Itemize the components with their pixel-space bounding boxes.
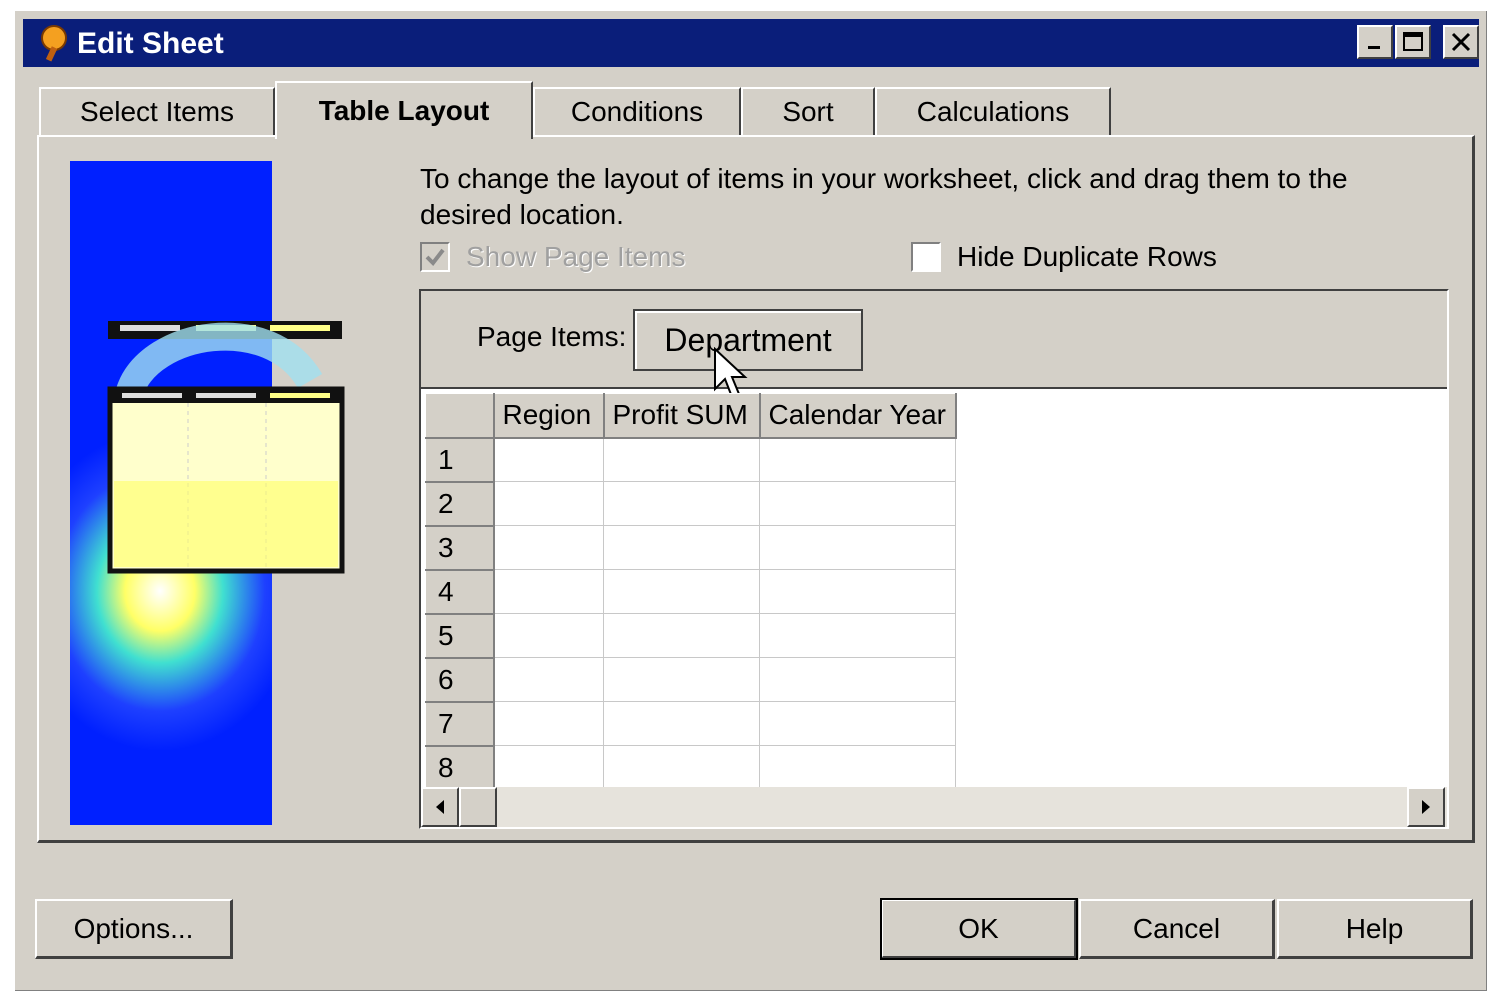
scroll-thumb[interactable] [459, 787, 497, 827]
grid-cell [603, 701, 760, 746]
grid-cell [759, 525, 956, 570]
horizontal-scrollbar[interactable] [421, 787, 1447, 827]
grid-cell [603, 481, 760, 526]
table-row: 6 [425, 657, 956, 703]
options-button-label: Options... [73, 912, 194, 944]
column-header-label: Profit SUM [612, 399, 748, 431]
row-number: 1 [425, 437, 495, 483]
grid-cell [493, 745, 604, 790]
page-items-label: Page Items: [477, 321, 627, 352]
tab-sort[interactable]: Sort [741, 87, 875, 135]
table-graphic-icon [107, 321, 345, 574]
grid-cell [603, 437, 760, 482]
grid-cell [759, 701, 956, 746]
row-number: 6 [425, 657, 495, 703]
help-button[interactable]: Help [1277, 899, 1473, 959]
grid-cell [493, 525, 604, 570]
column-header-calendar-year[interactable]: Calendar Year [759, 393, 957, 439]
row-number: 4 [425, 569, 495, 615]
grid-cell [603, 745, 760, 790]
grid-cell [759, 437, 956, 482]
grid-cell [493, 569, 604, 614]
page-items-area: Page Items: Department [421, 291, 1447, 399]
discoverer-app-icon [37, 25, 71, 63]
tab-label: Table Layout [318, 95, 490, 126]
row-number: 8 [425, 745, 495, 791]
window-title: Edit Sheet [77, 27, 224, 60]
grid-cell [759, 745, 956, 790]
tab-label: Calculations [916, 96, 1070, 127]
ok-button-label: OK [958, 912, 999, 944]
close-button[interactable] [1443, 25, 1479, 59]
grid-cell [759, 569, 956, 614]
table-layout-area: Page Items: Department Region Profit SUM… [419, 289, 1449, 829]
grid-cell [759, 657, 956, 702]
arrow-left-icon [436, 800, 444, 814]
edit-sheet-dialog: Edit Sheet Select Items Table Layout Con… [14, 10, 1488, 992]
grid-cell [493, 701, 604, 746]
grid-cell [759, 613, 956, 658]
options-button[interactable]: Options... [35, 899, 233, 959]
title-bar: Edit Sheet [23, 19, 1479, 67]
table-row: 4 [425, 569, 956, 615]
table-row: 3 [425, 525, 956, 571]
tab-label: Conditions [570, 96, 704, 127]
table-row: 7 [425, 701, 956, 747]
hide-duplicate-rows-option: Hide Duplicate Rows [911, 241, 1217, 273]
arrow-right-icon [1422, 800, 1430, 814]
show-page-items-checkbox[interactable] [420, 242, 450, 272]
grid-cell [759, 481, 956, 526]
grid-cell [603, 657, 760, 702]
scroll-right-button[interactable] [1407, 787, 1445, 827]
maximize-icon [1403, 32, 1423, 51]
minimize-icon [1368, 46, 1380, 49]
hide-duplicate-rows-label: Hide Duplicate Rows [957, 241, 1217, 272]
row-number: 2 [425, 481, 495, 527]
grid-cell [493, 481, 604, 526]
scroll-left-button[interactable] [421, 787, 459, 827]
column-header-label: Calendar Year [768, 399, 946, 431]
show-page-items-label: Show Page Items [466, 241, 686, 272]
checkmark-icon [425, 248, 445, 267]
tab-label: Select Items [79, 96, 235, 127]
column-header-label: Region [502, 399, 592, 431]
tab-select-items[interactable]: Select Items [39, 87, 275, 135]
grid-cell [493, 613, 604, 658]
wizard-illustration [70, 161, 345, 825]
row-number: 3 [425, 525, 495, 571]
help-button-label: Help [1345, 912, 1404, 944]
ok-button[interactable]: OK [880, 898, 1078, 960]
layout-grid: Region Profit SUM Calendar Year 1 2 3 4 … [425, 393, 957, 791]
column-header-region[interactable]: Region [493, 393, 605, 439]
table-row: 5 [425, 613, 956, 659]
minimize-button[interactable] [1357, 25, 1393, 59]
instructions-text: To change the layout of items in your wo… [420, 163, 1348, 230]
grid-cell [603, 613, 760, 658]
table-row: 8 [425, 745, 956, 791]
row-number: 7 [425, 701, 495, 747]
grid-cell [493, 437, 604, 482]
column-header-profit-sum[interactable]: Profit SUM [603, 393, 761, 439]
tab-conditions[interactable]: Conditions [533, 87, 741, 135]
table-row: 1 [425, 437, 956, 483]
table-row: 2 [425, 481, 956, 527]
tab-calculations[interactable]: Calculations [875, 87, 1111, 135]
grid-cell [603, 569, 760, 614]
grid-cell [603, 525, 760, 570]
grid-corner [425, 393, 495, 439]
hide-duplicate-rows-checkbox[interactable] [911, 242, 941, 272]
close-icon [1451, 32, 1471, 52]
tab-table-layout[interactable]: Table Layout [275, 81, 533, 139]
grid-cell [493, 657, 604, 702]
maximize-button[interactable] [1395, 25, 1431, 59]
cancel-button[interactable]: Cancel [1079, 899, 1275, 959]
tab-label: Sort [782, 96, 834, 127]
cancel-button-label: Cancel [1132, 912, 1221, 944]
show-page-items-option: Show Page Items [420, 241, 685, 273]
row-number: 5 [425, 613, 495, 659]
